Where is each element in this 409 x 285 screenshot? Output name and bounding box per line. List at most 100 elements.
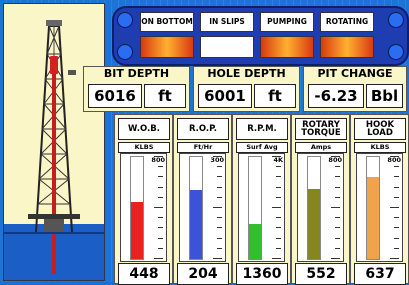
gauge-tick [276, 227, 281, 229]
gauge-tick [276, 196, 281, 198]
gauge-unit: Ft/Hr [177, 142, 229, 153]
gauge-tick [158, 237, 163, 239]
gauge-scale: 300 [179, 153, 226, 262]
gauge-tick [394, 196, 399, 198]
gauge-tick [217, 237, 222, 239]
gauge-unit: Surf Avg [236, 142, 288, 153]
pit-change-value: -6.23 [308, 84, 364, 108]
rig-panel [3, 3, 105, 281]
bit-depth-unit: ft [144, 84, 186, 108]
gauge-tick [154, 207, 163, 208]
gauge-title: R.P.M. [236, 118, 288, 140]
gauge-fill [249, 224, 261, 259]
gauge-tick [390, 258, 399, 259]
gauge-title: R.O.P. [177, 118, 229, 140]
status-label: ROTATING [320, 12, 374, 32]
derrick-icon [4, 20, 104, 274]
gauge-tick [335, 196, 340, 198]
status-light [200, 36, 254, 58]
gauge-unit: KLBS [354, 142, 406, 153]
drilling-monitor: ON BOTTOM IN SLIPS PUMPING ROTATING BIT … [0, 0, 409, 285]
gauge-tick [272, 258, 281, 259]
gauge-tick [276, 176, 281, 178]
gauge-title: ROTARY TORQUE [295, 118, 347, 140]
status-label: PUMPING [260, 12, 314, 32]
pit-change-panel: PIT CHANGE -6.23 Bbl [303, 66, 407, 112]
status-label: ON BOTTOM [140, 12, 194, 32]
gauge-scale: 800 [120, 153, 167, 262]
gauge-tube [130, 156, 144, 260]
gauge-tick [154, 258, 163, 259]
gauge-fill [190, 189, 202, 259]
gauge-scale: 800 [356, 153, 403, 262]
gauge-tick [158, 227, 163, 229]
gauge-tick [217, 196, 222, 198]
gauge-max: 300 [210, 156, 224, 164]
bit-depth-title: BIT DEPTH [103, 67, 170, 80]
gauge-tick [217, 247, 222, 249]
hole-depth-value: 6001 [198, 84, 252, 108]
gauge-tick [158, 166, 163, 168]
gauge-tick [335, 176, 340, 178]
gauge-scale: 4K [238, 153, 285, 262]
gauge-tick [331, 258, 340, 259]
gauge-tick [158, 247, 163, 249]
gauge-tick [276, 217, 281, 219]
hole-depth-panel: HOLE DEPTH 6001 ft [193, 66, 300, 112]
gauge-tick [213, 207, 222, 208]
bit-depth-panel: BIT DEPTH 6016 ft [83, 66, 190, 112]
screw-icon [117, 44, 133, 60]
gauge-fill [367, 177, 379, 259]
gauge-title: W.O.B. [118, 118, 170, 140]
gauge-tick [335, 217, 340, 219]
gauge-unit: KLBS [118, 142, 170, 153]
gauge-tick [276, 166, 281, 168]
gauge-tick [276, 186, 281, 188]
gauge-tick [335, 237, 340, 239]
gauge-tick [217, 217, 222, 219]
pit-change-unit: Bbl [366, 84, 403, 108]
gauge-tick [276, 237, 281, 239]
gauge-tick [331, 156, 340, 157]
bit-depth-value: 6016 [88, 84, 142, 108]
gauge-tick [158, 186, 163, 188]
gauge-tick [213, 258, 222, 259]
gauge-tick [390, 156, 399, 157]
gauge-tick [394, 237, 399, 239]
gauge-2: R.P.M. Surf Avg 4K 1360 [232, 114, 291, 285]
hole-depth-title: HOLE DEPTH [207, 67, 286, 80]
gauge-tick [276, 247, 281, 249]
gauge-tick [217, 186, 222, 188]
pit-change-title: PIT CHANGE [317, 67, 393, 80]
screw-icon [388, 12, 404, 28]
gauge-fill [131, 201, 143, 259]
gauge-tick [394, 166, 399, 168]
status-light [140, 36, 194, 58]
gauge-scale: 800 [297, 153, 344, 262]
gauge-tick [272, 207, 281, 208]
gauge-unit: Amps [295, 142, 347, 153]
gauge-tick [390, 207, 399, 208]
screw-icon [117, 12, 133, 28]
gauge-tick [158, 196, 163, 198]
gauge-tick [394, 186, 399, 188]
gauge-4: HOOK LOAD KLBS 800 637 [350, 114, 409, 285]
gauge-tick [217, 176, 222, 178]
gauge-tick [272, 156, 281, 157]
gauge-tick [335, 166, 340, 168]
gauge-tick [217, 166, 222, 168]
gauge-tick [217, 227, 222, 229]
gauge-max: 800 [151, 156, 165, 164]
status-in-slips: IN SLIPS [200, 12, 254, 60]
gauge-max: 4K [273, 156, 283, 164]
gauge-tick [394, 247, 399, 249]
gauge-tick [335, 186, 340, 188]
gauge-tick [154, 156, 163, 157]
gauge-tick [213, 156, 222, 157]
gauge-tick [331, 207, 340, 208]
gauge-tick [158, 217, 163, 219]
status-light [320, 36, 374, 58]
gauge-max: 800 [328, 156, 342, 164]
gauge-tick [394, 217, 399, 219]
gauge-3: ROTARY TORQUE Amps 800 552 [291, 114, 350, 285]
